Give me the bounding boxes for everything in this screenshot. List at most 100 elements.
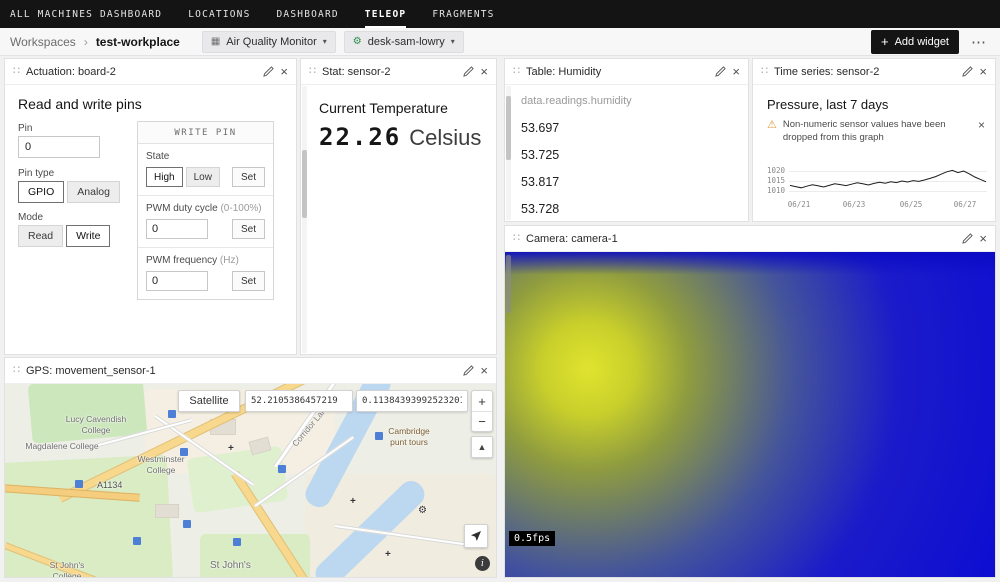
- drag-handle-icon[interactable]: ∷: [761, 66, 768, 77]
- longitude-input[interactable]: [356, 390, 468, 412]
- edit-icon[interactable]: [263, 66, 274, 77]
- drag-handle-icon[interactable]: ∷: [13, 66, 20, 77]
- widget-title: GPS: movement_sensor-1: [26, 365, 156, 377]
- compass-button[interactable]: ▲: [471, 436, 493, 458]
- nav-all-machines-dashboard[interactable]: ALL MACHINES DASHBOARD: [10, 0, 162, 28]
- warning-icon: ⚠: [767, 119, 777, 132]
- pwm-freq-label: PWM frequency (Hz): [146, 255, 265, 266]
- mode-write-button[interactable]: Write: [66, 225, 110, 247]
- drag-handle-icon[interactable]: ∷: [309, 66, 316, 77]
- drag-handle-icon[interactable]: ∷: [513, 233, 520, 244]
- toolbar: Workspaces › test-workplace ▦ Air Qualit…: [0, 28, 1000, 56]
- map-marker: [168, 410, 176, 418]
- plus-icon: +: [881, 35, 889, 48]
- scrollbar[interactable]: [506, 253, 511, 576]
- info-icon[interactable]: i: [475, 556, 490, 571]
- zoom-out-button[interactable]: −: [472, 411, 492, 431]
- map-building: [155, 504, 179, 518]
- breadcrumb-workspaces[interactable]: Workspaces: [10, 35, 76, 49]
- state-high-button[interactable]: High: [146, 167, 183, 187]
- mode-label: Mode: [18, 212, 43, 223]
- close-icon[interactable]: ×: [480, 65, 488, 78]
- close-icon[interactable]: ×: [979, 65, 987, 78]
- pin-type-gpio-button[interactable]: GPIO: [18, 181, 64, 203]
- pin-label: Pin: [18, 123, 32, 134]
- pin-type-analog-button[interactable]: Analog: [67, 181, 120, 203]
- machine-selector-value: Air Quality Monitor: [226, 36, 316, 48]
- widget-gps: ∷ GPS: movement_sensor-1 ×: [4, 357, 497, 578]
- pin-input[interactable]: [18, 136, 100, 158]
- edit-icon[interactable]: [962, 233, 973, 244]
- map-cross-poi-icon: +: [350, 497, 356, 507]
- widget-stat: ∷ Stat: sensor-2 × Current Temperature 2…: [300, 58, 497, 355]
- scrollbar-thumb[interactable]: [506, 96, 511, 160]
- breadcrumb-separator: ›: [84, 35, 88, 49]
- map-label-road-ref: A1134: [97, 480, 122, 491]
- x-tick: 06/23: [843, 200, 866, 209]
- pwm-duty-label: PWM duty cycle (0-100%): [146, 203, 265, 214]
- scrollbar-thumb[interactable]: [302, 150, 307, 218]
- pwm-duty-set-button[interactable]: Set: [232, 219, 265, 239]
- stat-value: 22.26: [319, 123, 401, 151]
- machine-selector[interactable]: ▦ Air Quality Monitor ▾: [202, 31, 336, 53]
- scrollbar-thumb[interactable]: [506, 255, 511, 313]
- table-row: 53.697: [505, 115, 748, 142]
- pwm-duty-hint: (0-100%): [220, 203, 261, 214]
- write-pin-title: WRITE PIN: [138, 122, 273, 144]
- map-canvas[interactable]: + + + ⚙ Lucy Cavendish College Magdalene…: [5, 384, 496, 577]
- locate-arrow-icon: [470, 530, 482, 542]
- widget-actuation: ∷ Actuation: board-2 × Read and write pi…: [4, 58, 297, 355]
- close-icon[interactable]: ×: [480, 364, 488, 377]
- widget-camera: ∷ Camera: camera-1 × 0.5fps: [504, 225, 996, 578]
- map-label-college: Lucy Cavendish College: [60, 414, 132, 435]
- locate-button[interactable]: [464, 524, 488, 548]
- stat-unit: Celsius: [409, 125, 481, 151]
- pwm-freq-set-button[interactable]: Set: [232, 271, 265, 291]
- nav-dashboard[interactable]: DASHBOARD: [277, 0, 339, 28]
- close-icon[interactable]: ×: [979, 232, 987, 245]
- widget-title: Table: Humidity: [526, 66, 601, 78]
- nav-locations[interactable]: LOCATIONS: [188, 0, 250, 28]
- state-set-button[interactable]: Set: [232, 167, 265, 187]
- drag-handle-icon[interactable]: ∷: [13, 365, 20, 376]
- timeseries-line: [790, 170, 986, 187]
- drag-handle-icon[interactable]: ∷: [513, 66, 520, 77]
- edit-icon[interactable]: [463, 365, 474, 376]
- map-label-college: Westminster College: [131, 454, 191, 475]
- state-low-button[interactable]: Low: [186, 167, 220, 187]
- add-widget-label: Add widget: [895, 36, 949, 48]
- y-tick: 1015: [761, 177, 785, 185]
- nav-teleop[interactable]: TELEOP: [365, 0, 407, 28]
- add-widget-button[interactable]: + Add widget: [871, 30, 959, 54]
- top-nav: ALL MACHINES DASHBOARD LOCATIONS DASHBOA…: [0, 0, 1000, 28]
- stat-heading: Current Temperature: [319, 100, 482, 116]
- close-icon[interactable]: ×: [280, 65, 288, 78]
- latitude-input[interactable]: [245, 390, 353, 412]
- mode-read-button[interactable]: Read: [18, 225, 63, 247]
- pin-type-label: Pin type: [18, 168, 54, 179]
- close-icon[interactable]: ×: [732, 65, 740, 78]
- table-row: 53.725: [505, 142, 748, 169]
- timeseries-heading: Pressure, last 7 days: [753, 85, 995, 112]
- part-selector[interactable]: ⚙ desk-sam-lowry ▾: [344, 31, 464, 53]
- edit-icon[interactable]: [463, 66, 474, 77]
- widget-table: ∷ Table: Humidity × data.readings.humidi…: [504, 58, 749, 222]
- y-tick: 1020: [761, 167, 785, 175]
- chevron-down-icon: ▾: [451, 37, 455, 46]
- edit-icon[interactable]: [715, 66, 726, 77]
- satellite-toggle-button[interactable]: Satellite: [178, 390, 240, 412]
- scrollbar[interactable]: [302, 86, 307, 353]
- timeseries-plot-area: [789, 166, 987, 196]
- warning-close-icon[interactable]: ×: [978, 119, 985, 131]
- map-cross-poi-icon: +: [385, 550, 391, 560]
- map-label-poi: Cambridge punt tours: [380, 426, 438, 447]
- edit-icon[interactable]: [962, 66, 973, 77]
- overflow-menu-icon[interactable]: ⋯: [967, 33, 990, 51]
- pwm-freq-input[interactable]: [146, 271, 208, 291]
- zoom-control: + −: [471, 390, 493, 432]
- scrollbar[interactable]: [506, 86, 511, 220]
- zoom-in-button[interactable]: +: [472, 391, 492, 411]
- nav-fragments[interactable]: FRAGMENTS: [432, 0, 494, 28]
- pwm-duty-input[interactable]: [146, 219, 208, 239]
- map-label-college: Magdalene College: [20, 441, 104, 452]
